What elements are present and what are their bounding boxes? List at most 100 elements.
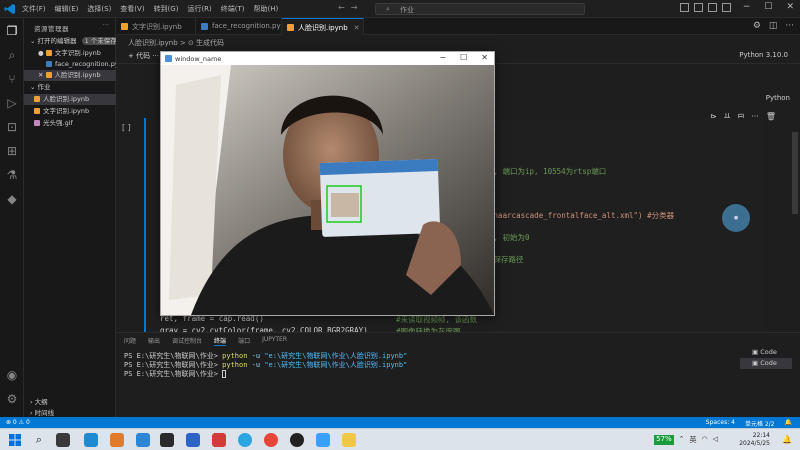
menu-edit[interactable]: 编辑(E) <box>55 4 79 14</box>
indentation-status[interactable]: Spaces: 4 <box>706 419 735 428</box>
app-taskbar-icon[interactable] <box>136 433 150 447</box>
window-controls: − ☐ ✕ <box>743 2 794 12</box>
more-actions-icon[interactable]: ··· <box>103 21 109 29</box>
floating-assistant-icon[interactable]: ● <box>722 204 750 232</box>
pdf-taskbar-icon[interactable] <box>212 433 226 447</box>
minimize-button[interactable]: − <box>743 2 751 12</box>
split-editor-icon[interactable]: ◫ <box>769 21 778 31</box>
file-item[interactable]: 文字识别.ipynb <box>24 106 116 117</box>
terminal-input-line[interactable]: PS E:\研究生\物联网\作业> <box>124 369 227 379</box>
battery-indicator[interactable]: 57% <box>654 435 674 445</box>
toggle-panel-icon[interactable] <box>694 3 703 12</box>
matlab-taskbar-icon[interactable] <box>110 433 124 447</box>
search-icon[interactable]: ⌕ <box>32 433 46 447</box>
app-taskbar-icon[interactable] <box>160 433 174 447</box>
file-item[interactable]: 人脸识别.ipynb <box>24 94 116 105</box>
delete-cell-icon[interactable]: 🗑 <box>766 112 776 121</box>
menu-help[interactable]: 帮助(H) <box>254 4 279 14</box>
run-debug-icon[interactable]: ▷ <box>5 96 19 110</box>
app-taskbar-icon[interactable] <box>316 433 330 447</box>
add-code-button[interactable]: + 代码 ··· <box>128 51 159 61</box>
tab-output[interactable]: 输出 <box>148 336 160 346</box>
folder-header[interactable]: ⌄ 作业 <box>24 82 116 93</box>
opencv-preview-window[interactable]: window_name − ☐ ✕ <box>160 51 495 316</box>
outline-section[interactable]: › 大纲 <box>30 396 48 406</box>
problems-status[interactable]: ⊗ 0 ⚠ 0 <box>6 419 30 426</box>
open-editors-header[interactable]: ⌄ 打开的编辑器 1 个未保存 <box>24 36 116 47</box>
notebook-file-icon <box>287 24 294 31</box>
tab-ports[interactable]: 端口 <box>238 336 250 346</box>
nav-arrows[interactable]: ←→ <box>338 3 363 12</box>
explorer-sidebar: 资源管理器 ··· ⌄ 打开的编辑器 1 个未保存 ● 文字识别.ipynb f… <box>24 18 116 417</box>
chevron-up-icon[interactable]: ⌃ <box>679 435 685 445</box>
menu-terminal[interactable]: 终端(T) <box>221 4 245 14</box>
qq-taskbar-icon[interactable] <box>290 433 304 447</box>
minimize-button[interactable]: − <box>439 53 446 62</box>
maximize-button[interactable]: ☐ <box>460 53 467 62</box>
outline-label: 大纲 <box>34 398 48 406</box>
customize-layout-icon[interactable] <box>722 3 731 12</box>
edge-taskbar-icon[interactable] <box>238 433 252 447</box>
python-file-icon <box>201 23 208 30</box>
layout-controls[interactable] <box>680 3 731 12</box>
close-icon[interactable]: ✕ <box>38 71 46 79</box>
remote-explorer-icon[interactable]: ⊡ <box>5 120 19 134</box>
more-actions-icon[interactable]: ··· <box>785 21 794 31</box>
word-taskbar-icon[interactable] <box>186 433 200 447</box>
maximize-button[interactable]: ☐ <box>764 2 772 12</box>
file-item[interactable]: 光头强.gif <box>24 118 116 129</box>
tab-jupyter[interactable]: JUPYTER <box>262 336 287 346</box>
tab-face-recognition-py[interactable]: face_recognition.py <box>196 18 282 35</box>
docker-icon[interactable]: ◆ <box>5 192 19 206</box>
extensions-icon[interactable]: ⊞ <box>5 144 19 158</box>
command-center[interactable]: ⌕ 作业 <box>375 3 585 15</box>
menu-selection[interactable]: 选择(S) <box>87 4 111 14</box>
toggle-sidebar-icon[interactable] <box>680 3 689 12</box>
language-label[interactable]: Python <box>766 94 790 102</box>
terminal-instance[interactable]: ▣ Code <box>740 358 792 369</box>
menu-view[interactable]: 查看(V) <box>120 4 144 14</box>
settings-gear-icon[interactable]: ⚙ <box>5 392 19 406</box>
open-editor-item[interactable]: ● 文字识别.ipynb <box>24 48 116 59</box>
menu-run[interactable]: 运行(R) <box>187 4 211 14</box>
wifi-icon[interactable]: ◠ <box>702 435 708 445</box>
volume-icon[interactable]: ◁ <box>713 435 718 445</box>
testing-icon[interactable]: ⚗ <box>5 168 19 182</box>
notification-center-icon[interactable]: 🔔 <box>782 435 792 444</box>
account-icon[interactable]: ◉ <box>5 368 19 382</box>
tab-label: 人脸识别.ipynb <box>298 24 348 32</box>
close-button[interactable]: ✕ <box>481 53 488 62</box>
status-right: Spaces: 4 单元格 2/2 🔔 <box>706 419 792 428</box>
close-icon[interactable]: ✕ <box>354 24 360 32</box>
search-icon[interactable]: ⌕ <box>5 48 19 62</box>
editor-scrollbar[interactable] <box>792 132 798 214</box>
menu-go[interactable]: 转到(G) <box>154 4 179 14</box>
tab-face-recognition-ipynb[interactable]: 人脸识别.ipynb ✕ <box>282 18 364 35</box>
gear-icon[interactable]: ⚙ <box>753 21 761 31</box>
terminal-flag: -u <box>251 352 261 360</box>
vscode-taskbar-icon[interactable] <box>84 433 98 447</box>
file-explorer-taskbar-icon[interactable] <box>342 433 356 447</box>
cell-status[interactable]: 单元格 2/2 <box>745 419 775 428</box>
chrome-taskbar-icon[interactable] <box>264 433 278 447</box>
toggle-secondary-icon[interactable] <box>708 3 717 12</box>
open-editor-item[interactable]: face_recognition.py <box>24 59 116 70</box>
open-editor-item[interactable]: ✕ 人脸识别.ipynb <box>24 70 116 81</box>
explorer-icon[interactable]: ❐ <box>5 24 19 38</box>
terminal-instance[interactable]: ▣ Code <box>740 347 792 358</box>
tab-debug-console[interactable]: 调试控制台 <box>172 336 202 346</box>
kernel-picker[interactable]: Python 3.10.0 <box>739 51 788 59</box>
close-button[interactable]: ✕ <box>786 2 794 12</box>
start-button[interactable] <box>8 433 22 447</box>
timeline-section[interactable]: › 时间线 <box>30 407 54 417</box>
clock[interactable]: 22:14 2024/5/25 <box>739 432 770 448</box>
menu-file[interactable]: 文件(F) <box>22 4 46 14</box>
task-view-icon[interactable] <box>56 433 70 447</box>
breadcrumb[interactable]: 人脸识别.ipynb > ⊙ 生成代码 <box>116 35 800 48</box>
source-control-icon[interactable]: ⑂ <box>5 72 19 86</box>
ime-indicator[interactable]: 英 <box>690 435 697 445</box>
tab-problems[interactable]: 问题 <box>124 336 136 346</box>
tab-terminal[interactable]: 终端 <box>214 336 227 346</box>
notifications-bell-icon[interactable]: 🔔 <box>785 419 792 428</box>
tab-text-recognition[interactable]: 文字识别.ipynb <box>116 18 196 35</box>
